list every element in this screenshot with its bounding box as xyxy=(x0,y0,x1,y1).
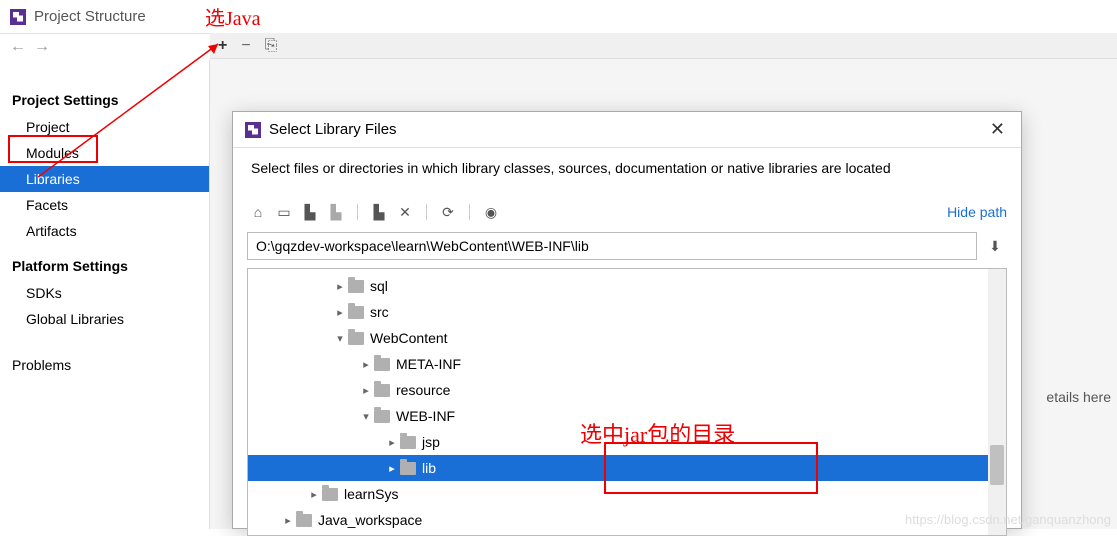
home-icon[interactable]: ⌂ xyxy=(247,201,269,223)
tree-label: WEB-INF xyxy=(396,408,455,424)
sidebar-item-sdks[interactable]: SDKs xyxy=(0,280,209,306)
folder-icon xyxy=(348,332,364,345)
path-input[interactable] xyxy=(247,232,977,260)
sidebar-item-modules[interactable]: Modules xyxy=(0,140,209,166)
chevron-icon[interactable]: ▸ xyxy=(384,436,400,449)
left-panel: Project Settings Project Modules Librari… xyxy=(0,60,210,529)
tree-label: learnSys xyxy=(344,486,398,502)
annotation-select-jar-dir: 选中jar包的目录 xyxy=(580,417,735,449)
folder-icon xyxy=(374,410,390,423)
close-icon[interactable]: ✕ xyxy=(986,119,1009,140)
remove-button[interactable]: − xyxy=(241,37,250,55)
show-hidden-icon[interactable]: ◉ xyxy=(480,201,502,223)
chevron-icon[interactable]: ▸ xyxy=(332,306,348,319)
tree-row[interactable]: ▸ sql xyxy=(248,273,1006,299)
forward-arrow-icon[interactable]: → xyxy=(34,38,50,56)
tree-row[interactable]: ▸ src xyxy=(248,299,1006,325)
folder-icon xyxy=(348,280,364,293)
tree-label: lib xyxy=(422,460,436,476)
folder-icon xyxy=(348,306,364,319)
tree-row[interactable]: ▸ META-INF xyxy=(248,351,1006,377)
center-toolbar: + − ⎘ xyxy=(210,33,1117,59)
dialog-title: Select Library Files xyxy=(269,121,986,138)
annotation-select-java: 选Java xyxy=(205,2,261,31)
desktop-icon[interactable]: ▭ xyxy=(273,201,295,223)
sidebar-item-facets[interactable]: Facets xyxy=(0,192,209,218)
folder-dim-icon[interactable]: ▙ xyxy=(325,201,347,223)
sidebar-item-problems[interactable]: Problems xyxy=(0,352,209,378)
select-library-dialog: Select Library Files ✕ Select files or d… xyxy=(232,111,1022,529)
tree-row[interactable]: ▸ lib xyxy=(248,455,1006,481)
folder-icon xyxy=(374,384,390,397)
scrollbar[interactable] xyxy=(988,269,1006,535)
tree-label: src xyxy=(370,304,389,320)
separator xyxy=(426,204,427,220)
dialog-toolbar: ⌂ ▭ ▙ ▙ ▙ ✕ ⟳ ◉ Hide path xyxy=(233,196,1021,228)
folder-icon xyxy=(400,436,416,449)
chevron-icon[interactable]: ▾ xyxy=(358,410,374,423)
chevron-icon[interactable]: ▸ xyxy=(358,384,374,397)
chevron-icon[interactable]: ▸ xyxy=(332,280,348,293)
scrollbar-thumb[interactable] xyxy=(990,445,1004,485)
sidebar-item-libraries[interactable]: Libraries xyxy=(0,166,209,192)
dialog-description: Select files or directories in which lib… xyxy=(233,148,1021,190)
folder-tree-icon[interactable]: ▙ xyxy=(299,201,321,223)
chevron-icon[interactable]: ▸ xyxy=(306,488,322,501)
tree-label: resource xyxy=(396,382,450,398)
tree-label: jsp xyxy=(422,434,440,450)
hide-path-link[interactable]: Hide path xyxy=(947,204,1007,220)
details-hint: etails here xyxy=(1046,389,1111,405)
sidebar-item-global-libraries[interactable]: Global Libraries xyxy=(0,306,209,332)
window-title: Project Structure xyxy=(34,8,146,25)
tree-label: sql xyxy=(370,278,388,294)
tree-row[interactable]: ▸ Java_workspace xyxy=(248,507,1006,533)
folder-icon xyxy=(296,514,312,527)
folder-icon xyxy=(400,462,416,475)
separator xyxy=(357,204,358,220)
tree-row[interactable]: ▸ learnSys xyxy=(248,481,1006,507)
chevron-icon[interactable]: ▸ xyxy=(280,514,296,527)
app-icon xyxy=(10,9,26,25)
sidebar-item-artifacts[interactable]: Artifacts xyxy=(0,218,209,244)
folder-icon xyxy=(322,488,338,501)
refresh-icon[interactable]: ⟳ xyxy=(437,201,459,223)
chevron-icon[interactable]: ▸ xyxy=(358,358,374,371)
tree-label: WebContent xyxy=(370,330,448,346)
section-header-platform: Platform Settings xyxy=(0,252,209,280)
chevron-icon[interactable]: ▸ xyxy=(384,462,400,475)
file-tree: ▸ sql ▸ src ▾ WebContent ▸ META-INF ▸ resource ▾ WE… xyxy=(247,268,1007,536)
watermark: https://blog.csdn.net/ganquanzhong xyxy=(905,512,1111,527)
title-bar: Project Structure xyxy=(0,0,1117,34)
back-arrow-icon[interactable]: ← xyxy=(10,38,26,56)
sidebar-item-project[interactable]: Project xyxy=(0,114,209,140)
dialog-app-icon xyxy=(245,122,261,138)
copy-button[interactable]: ⎘ xyxy=(265,37,278,55)
new-folder-icon[interactable]: ▙ xyxy=(368,201,390,223)
chevron-icon[interactable]: ▾ xyxy=(332,332,348,345)
tree-label: META-INF xyxy=(396,356,461,372)
tree-label: Java_workspace xyxy=(318,512,422,528)
download-icon[interactable]: ⬇ xyxy=(983,232,1007,260)
add-button[interactable]: + xyxy=(218,37,227,55)
delete-icon[interactable]: ✕ xyxy=(394,201,416,223)
tree-row[interactable]: ▸ resource xyxy=(248,377,1006,403)
folder-icon xyxy=(374,358,390,371)
tree-row[interactable]: ▾ WebContent xyxy=(248,325,1006,351)
section-header-project: Project Settings xyxy=(0,86,209,114)
separator xyxy=(469,204,470,220)
